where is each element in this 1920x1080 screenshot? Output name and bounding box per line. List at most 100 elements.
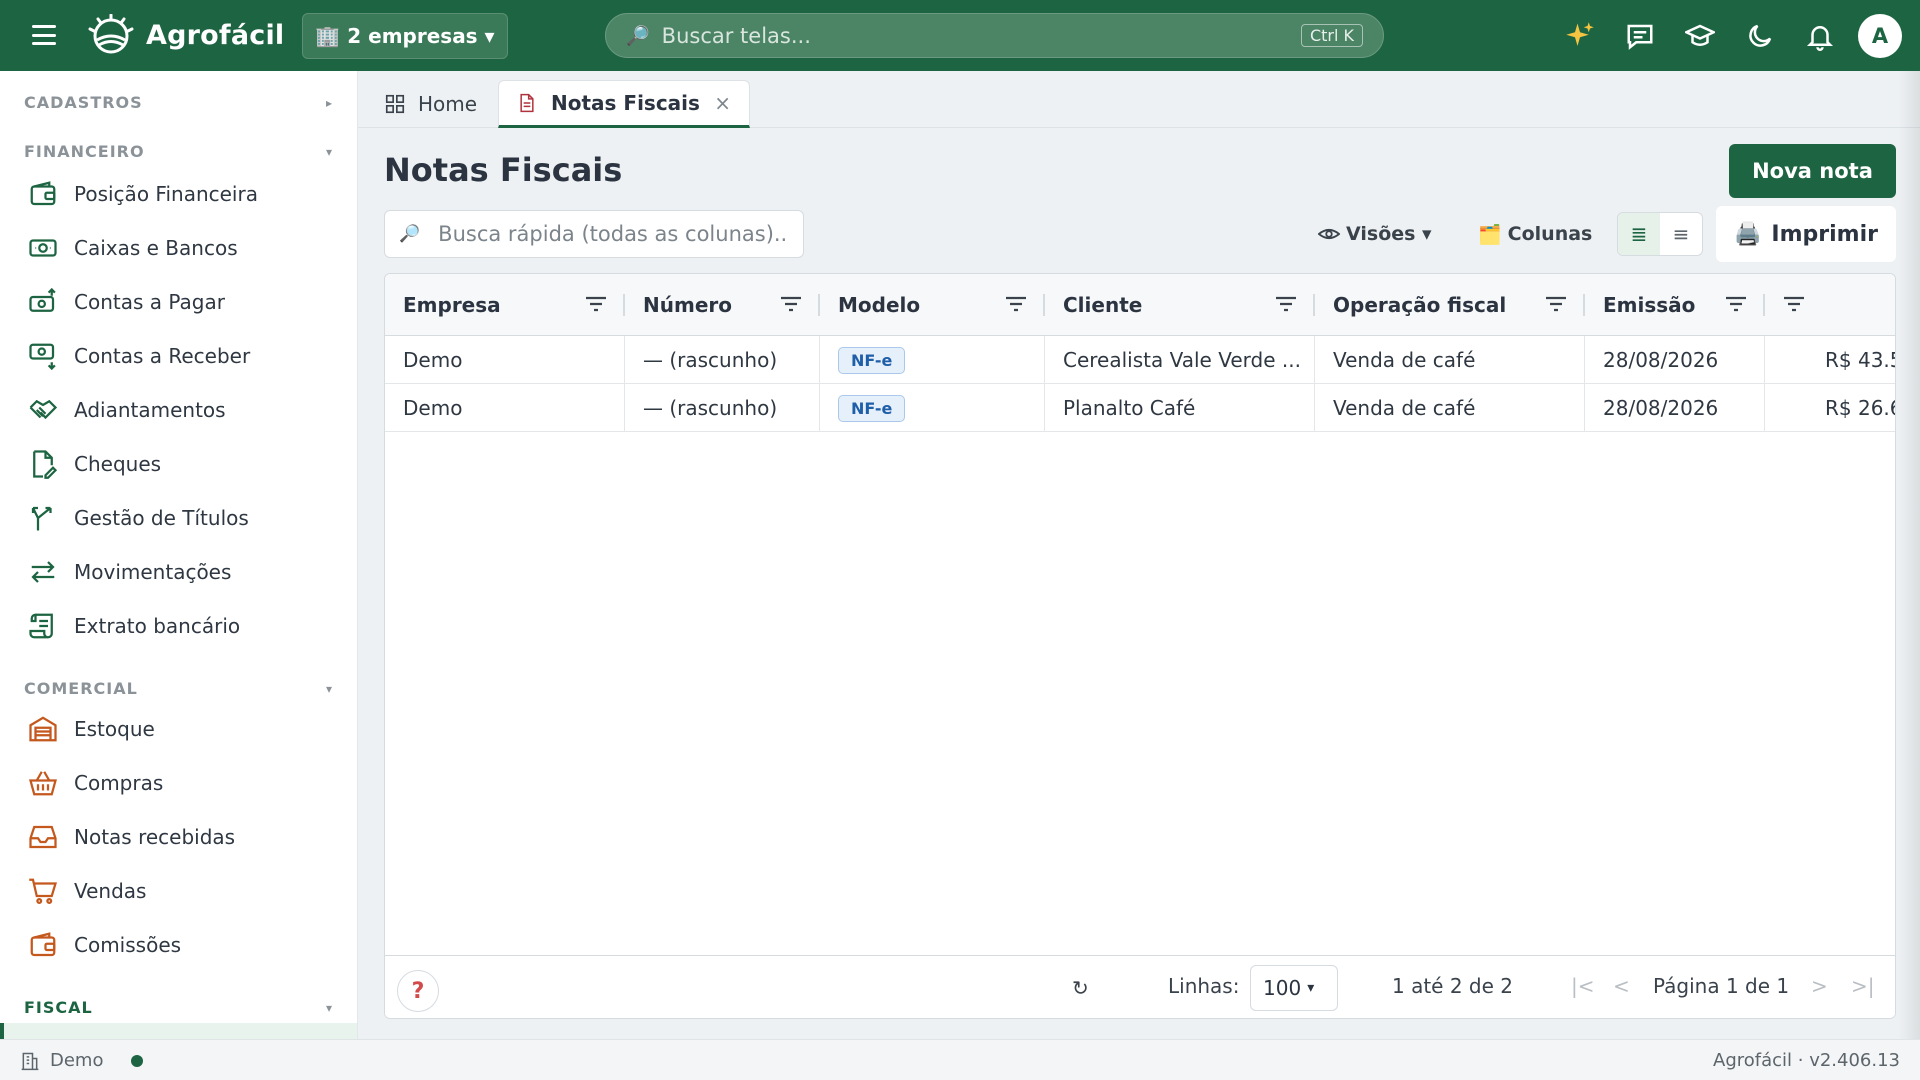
cell-operacao-fiscal: Venda de café (1315, 384, 1585, 432)
brand[interactable]: Agrofácil (88, 14, 284, 56)
model-badge: NF-e (838, 394, 906, 422)
next-page-icon[interactable]: > (1811, 974, 1828, 998)
sidebar-section-cadastros[interactable]: CADASTROS ▸ (24, 93, 333, 112)
sidebar-item-compras[interactable]: Compras (0, 758, 357, 808)
first-page-icon[interactable]: |< (1571, 974, 1595, 998)
sidebar-item-cheques[interactable]: Cheques (0, 439, 357, 489)
sidebar-item-contas-receber[interactable]: Contas a Receber (0, 331, 357, 381)
sidebar-section-comercial[interactable]: COMERCIAL ▾ (24, 679, 333, 698)
sidebar-item-label: Contas a Pagar (74, 290, 225, 314)
inbox-icon (28, 822, 58, 852)
status-company[interactable]: Demo (20, 1050, 144, 1071)
graduation-cap-icon[interactable] (1670, 0, 1730, 71)
menu-hamburger-icon[interactable] (30, 22, 58, 48)
grid-footer: ? ↻ Linhas: 100 ▾ 1 até 2 de 2 |< < Pági… (385, 955, 1895, 1018)
brand-name: Agrofácil (146, 19, 285, 51)
cell-emissao: 28/08/2026 (1585, 384, 1765, 432)
sidebar-item-caixas-bancos[interactable]: Caixas e Bancos (0, 223, 357, 273)
cell-emissao: 28/08/2026 (1585, 336, 1765, 384)
column-header-numero[interactable]: Número (625, 274, 820, 336)
tab-home-label: Home (418, 92, 478, 116)
wallet-icon (28, 179, 58, 209)
grid-header: Empresa Número Modelo Cliente Operação f… (385, 274, 1895, 336)
column-header-empresa[interactable]: Empresa (385, 274, 625, 336)
last-page-icon[interactable]: >| (1851, 974, 1875, 998)
cell-empresa: Demo (385, 336, 625, 384)
sidebar-item-estoque[interactable]: Estoque (0, 704, 357, 754)
print-button[interactable]: 🖨️ Imprimir (1716, 206, 1896, 262)
density-compact-icon[interactable]: ≡ (1660, 213, 1702, 255)
page-indicator: Página 1 de 1 (1653, 974, 1790, 998)
column-header-modelo[interactable]: Modelo (820, 274, 1045, 336)
help-button[interactable]: ? (397, 970, 439, 1012)
app-version: Agrofácil · v2.406.13 (1713, 1050, 1900, 1071)
filter-icon[interactable] (1545, 295, 1567, 313)
density-comfortable-icon[interactable]: ≣ (1618, 213, 1660, 255)
sidebar-item-gestao-titulos[interactable]: Gestão de Títulos (0, 493, 357, 543)
filter-icon[interactable] (1005, 295, 1027, 313)
rows-per-page-select[interactable]: 100 ▾ (1250, 965, 1338, 1011)
filter-icon[interactable] (1275, 295, 1297, 313)
sidebar-section-fiscal[interactable]: FISCAL ▾ (24, 998, 333, 1017)
section-label: FISCAL (24, 998, 93, 1017)
sidebar-item-adiantamentos[interactable]: Adiantamentos (0, 385, 357, 435)
top-bar: Agrofácil 🏢 2 empresas ▾ 🔎 Buscar telas.… (0, 0, 1920, 71)
eye-icon (1318, 228, 1340, 240)
sidebar-item-movimentacoes[interactable]: Movimentações (0, 547, 357, 597)
previous-page-icon[interactable]: < (1613, 974, 1630, 998)
sidebar-section-financeiro[interactable]: FINANCEIRO ▾ (24, 142, 333, 161)
folder-icon: 🗂️ (1478, 223, 1502, 246)
sidebar-item-posicao-financeira[interactable]: Posição Financeira (0, 169, 357, 219)
sidebar-item-extrato-bancario[interactable]: Extrato bancário (0, 601, 357, 651)
views-button[interactable]: Visões ▾ (1318, 210, 1432, 258)
invoices-grid: Empresa Número Modelo Cliente Operação f… (384, 273, 1896, 1019)
building-icon (21, 1052, 39, 1070)
quick-search-input[interactable]: 🔎 Busca rápida (todas as colunas).. (384, 210, 804, 258)
cell-empresa: Demo (385, 384, 625, 432)
new-invoice-button[interactable]: Nova nota (1729, 144, 1896, 198)
close-icon[interactable]: × (714, 91, 731, 115)
tab-home[interactable]: Home (384, 80, 477, 128)
bell-icon[interactable] (1790, 0, 1850, 71)
filter-icon[interactable] (1725, 295, 1747, 313)
sidebar-item-label: Compras (74, 771, 164, 795)
column-header-cliente[interactable]: Cliente (1045, 274, 1315, 336)
banknote-icon (28, 233, 58, 263)
screen-search-input[interactable]: 🔎 Buscar telas... Ctrl K (605, 13, 1384, 58)
filter-icon[interactable] (1783, 295, 1805, 313)
moon-icon[interactable] (1730, 0, 1790, 71)
user-avatar[interactable]: A (1858, 13, 1902, 58)
sidebar-item-contas-pagar[interactable]: Contas a Pagar (0, 277, 357, 327)
sidebar-item-notas-recebidas[interactable]: Notas recebidas (0, 812, 357, 862)
cell-numero: — (rascunho) (625, 336, 820, 384)
sparkles-icon[interactable] (1550, 0, 1610, 71)
column-header-valor[interactable] (1765, 274, 1895, 336)
chevron-down-icon: ▾ (1307, 980, 1315, 996)
table-row[interactable]: Demo — (rascunho) NF-e Cerealista Vale V… (385, 336, 1896, 384)
filter-icon[interactable] (585, 295, 607, 313)
sidebar-item-vendas[interactable]: Vendas (0, 866, 357, 916)
filter-icon[interactable] (780, 295, 802, 313)
grid-icon (385, 94, 405, 114)
sidebar-item-label: Notas recebidas (74, 825, 236, 849)
sidebar-item-label: Vendas (74, 879, 147, 903)
views-label: Visões ▾ (1346, 223, 1432, 245)
density-toggle: ≣ ≡ (1617, 212, 1703, 256)
tab-notas-fiscais[interactable]: Notas Fiscais × (498, 80, 750, 128)
company-selector-button[interactable]: 🏢 2 empresas ▾ (302, 13, 508, 59)
sidebar-item-label: Movimentações (74, 560, 232, 584)
table-row[interactable]: Demo — (rascunho) NF-e Planalto Café Ven… (385, 384, 1896, 432)
refresh-icon[interactable]: ↻ (1072, 976, 1089, 1000)
cash-out-icon (28, 287, 58, 317)
columns-button[interactable]: 🗂️ Colunas (1478, 210, 1592, 258)
column-header-operacao-fiscal[interactable]: Operação fiscal (1315, 274, 1585, 336)
cell-modelo: NF-e (820, 384, 1045, 432)
sidebar-item-label: Estoque (74, 717, 155, 741)
column-header-emissao[interactable]: Emissão (1585, 274, 1765, 336)
sidebar-item-comissoes[interactable]: Comissões (0, 920, 357, 970)
tab-bar: Home Notas Fiscais × (358, 71, 1920, 128)
sidebar-item-active-notas-fiscais[interactable] (0, 1023, 357, 1039)
cell-valor: R$ 43.5 (1825, 348, 1896, 372)
cell-valor: R$ 26.6 (1825, 396, 1896, 420)
chat-icon[interactable] (1610, 0, 1670, 71)
